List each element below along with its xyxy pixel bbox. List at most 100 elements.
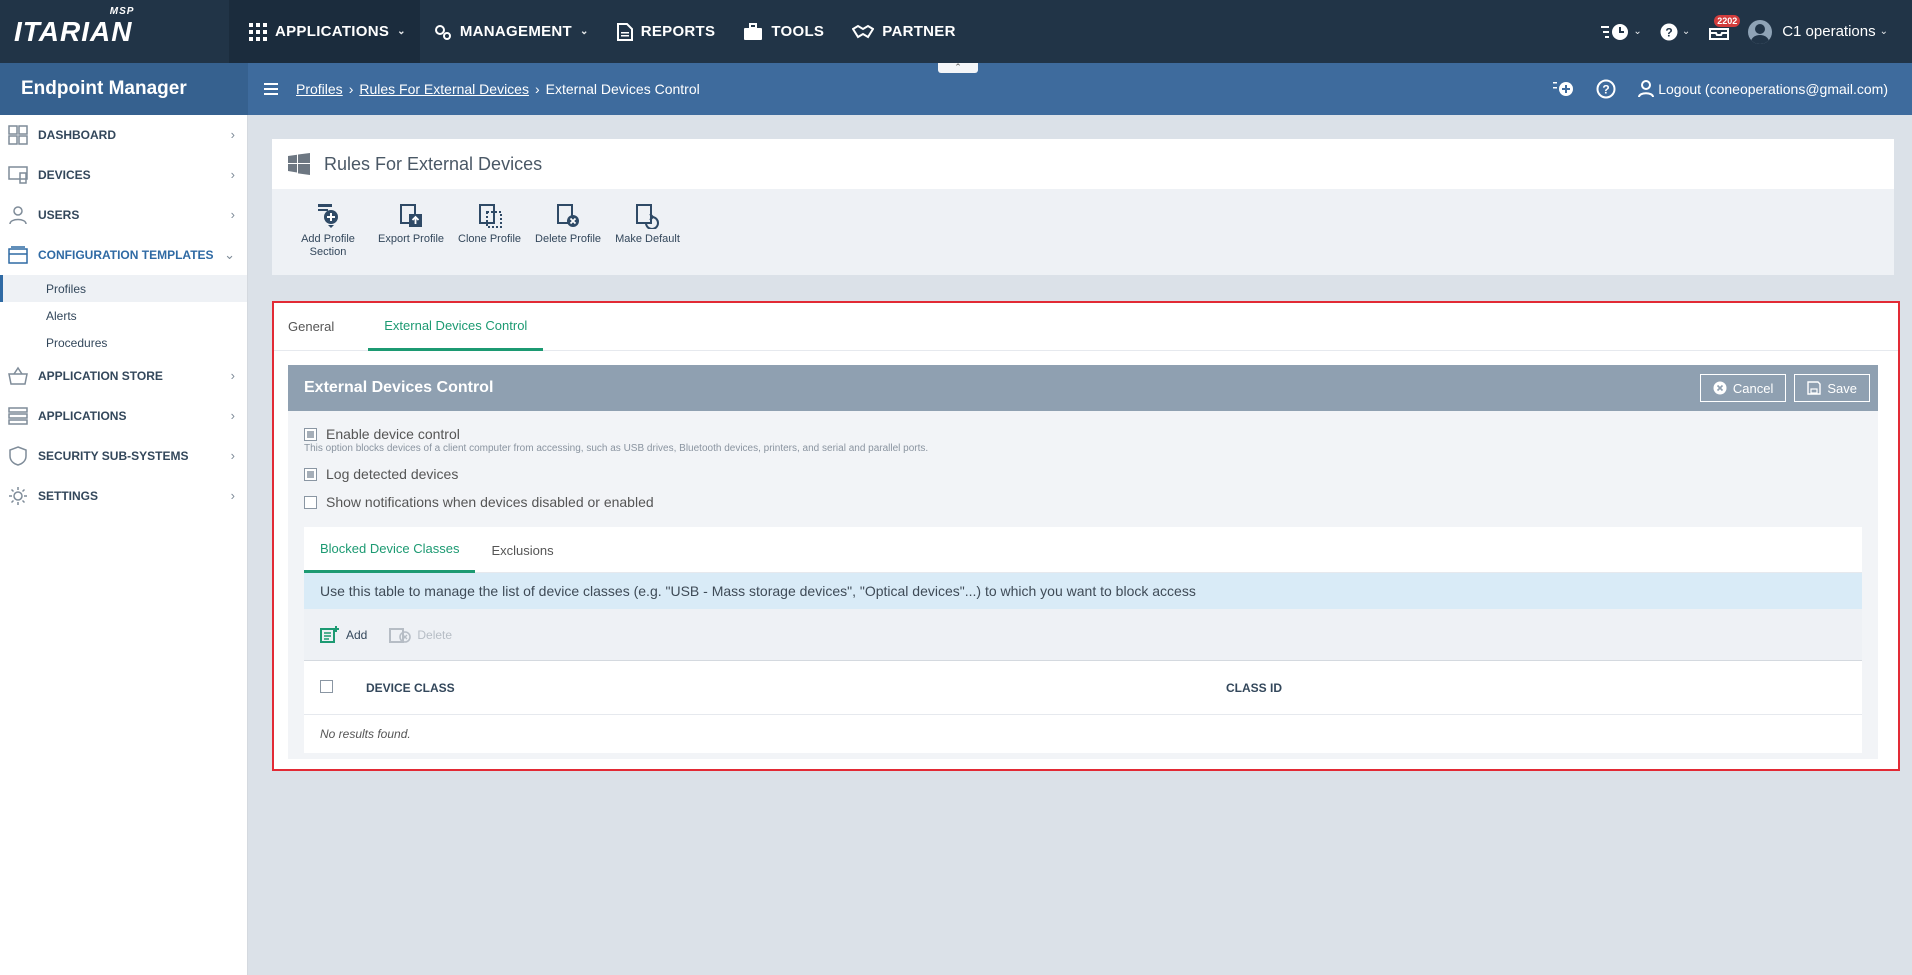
make-default-icon [636, 204, 660, 229]
logout-button[interactable]: Logout (coneoperations@gmail.com) [1638, 80, 1888, 98]
logo-text: ITARIAN MSP [14, 5, 135, 47]
cancel-button[interactable]: Cancel [1699, 374, 1787, 402]
sidebar: DASHBOARD › DEVICES › USERS › CONFIGURATION… [0, 115, 248, 975]
sidebar-subitem-alerts[interactable]: Alerts [0, 302, 247, 329]
logo[interactable]: ITARIAN MSP [0, 0, 229, 63]
svg-text:?: ? [1603, 83, 1610, 97]
nav-tools[interactable]: TOOLS [729, 0, 838, 63]
help-menu[interactable]: ? ⌄ [1660, 23, 1690, 41]
sidebar-item-dashboard[interactable]: DASHBOARD › [0, 115, 247, 155]
empty-state: No results found. [320, 727, 411, 741]
tab-blocked-device-classes[interactable]: Blocked Device Classes [304, 527, 476, 573]
collapse-header-toggle[interactable]: ⌃ [938, 63, 978, 73]
make-default-button[interactable]: Make Default [615, 203, 680, 246]
external-devices-section: External Devices Control Cancel Save Ena… [288, 365, 1878, 759]
delete-button[interactable]: Delete [389, 626, 452, 644]
sidebar-item-application-store[interactable]: APPLICATION STORE › [0, 356, 247, 396]
sidebar-item-applications[interactable]: APPLICATIONS › [0, 396, 247, 436]
add-profile-section-button[interactable]: Add Profile Section [292, 203, 364, 259]
section-title: External Devices Control [304, 379, 494, 396]
sub-bar-actions: ? Logout (coneoperations@gmail.com) [1552, 79, 1912, 99]
device-classes-container: Blocked Device Classes Exclusions Use th… [304, 527, 1862, 753]
applications-icon [8, 407, 28, 425]
chevron-right-icon: › [230, 207, 235, 222]
tab-exclusions[interactable]: Exclusions [475, 527, 569, 573]
section-header: External Devices Control Cancel Save [288, 365, 1878, 411]
option-description: This option blocks devices of a client c… [304, 443, 929, 454]
chevron-down-icon: ⌄ [224, 247, 235, 262]
chevron-down-icon: ⌄ [580, 26, 589, 37]
sidebar-item-devices[interactable]: DEVICES › [0, 155, 247, 195]
column-device-class[interactable]: DEVICE CLASS [366, 681, 1226, 695]
question-icon: ? [1660, 23, 1678, 40]
option-show-notifications[interactable]: Show notifications when devices disabled… [288, 491, 1878, 513]
page-header: Rules For External Devices [272, 139, 1894, 189]
sidebar-item-users[interactable]: USERS › [0, 195, 247, 235]
notifications-button[interactable]: 2202 [1708, 14, 1741, 41]
breadcrumb-separator-icon: › [348, 81, 354, 97]
clone-profile-button[interactable]: Clone Profile [458, 203, 521, 246]
enable-device-control-checkbox[interactable] [304, 427, 317, 441]
log-detected-devices-checkbox[interactable] [304, 467, 317, 481]
shield-icon [9, 446, 27, 466]
user-menu[interactable]: C1 operations ⌄ [1748, 19, 1888, 44]
clone-icon [478, 204, 502, 228]
sidebar-item-settings[interactable]: SETTINGS › [0, 476, 247, 516]
windows-icon [288, 153, 310, 175]
column-class-id[interactable]: CLASS ID [1226, 681, 1282, 695]
tab-general[interactable]: General [288, 303, 348, 350]
notification-badge: 2202 [1714, 14, 1741, 27]
basket-icon [8, 366, 28, 385]
chevron-down-icon: ⌄ [1879, 26, 1888, 37]
nav-partner[interactable]: PARTNER [838, 0, 970, 63]
nav-management[interactable]: MANAGEMENT ⌄ [420, 0, 603, 63]
breadcrumb-separator-icon: › [534, 81, 540, 97]
sidebar-item-configuration-templates[interactable]: CONFIGURATION TEMPLATES ⌄ [0, 235, 247, 275]
dashboard-icon [8, 125, 28, 145]
floppy-disk-icon [1807, 381, 1822, 395]
avatar [1748, 19, 1773, 44]
select-all-checkbox[interactable] [320, 679, 333, 693]
chevron-right-icon: › [230, 127, 235, 142]
nav-applications[interactable]: APPLICATIONS ⌄ [229, 0, 420, 63]
delete-document-icon [557, 204, 580, 227]
delete-list-icon [389, 627, 412, 643]
document-icon [616, 22, 633, 41]
add-button[interactable]: Add [320, 625, 367, 644]
layers-icon [8, 246, 28, 264]
sidebar-subitem-procedures[interactable]: Procedures [0, 329, 247, 356]
add-list-icon [320, 625, 339, 643]
chevron-right-icon: › [230, 408, 235, 423]
save-button[interactable]: Save [1794, 374, 1870, 402]
table-actions: Add Delete [304, 609, 1862, 661]
help-circle-icon[interactable]: ? [1596, 79, 1616, 99]
external-devices-panel: General External Devices Control Externa… [272, 301, 1900, 771]
breadcrumb-profiles[interactable]: Profiles [296, 81, 343, 97]
close-circle-icon [1713, 381, 1727, 395]
grid-icon [249, 22, 267, 41]
sidebar-subitem-profiles[interactable]: Profiles [0, 275, 247, 302]
device-tabs: Blocked Device Classes Exclusions [304, 527, 1862, 573]
tab-external-devices-control[interactable]: External Devices Control [368, 303, 544, 351]
top-right-controls: ⌄ ? ⌄ 2202 C1 operations ⌄ [1601, 14, 1912, 44]
delete-profile-button[interactable]: Delete Profile [535, 203, 601, 246]
gears-icon [434, 24, 451, 40]
user-icon [1638, 80, 1655, 98]
hamburger-icon[interactable] [264, 83, 278, 95]
option-log-detected-devices[interactable]: Log detected devices [288, 463, 1878, 485]
top-nav: APPLICATIONS ⌄ MANAGEMENT ⌄ REPORTS TOOLS … [229, 0, 970, 63]
breadcrumb-rules[interactable]: Rules For External Devices [359, 81, 529, 97]
user-icon [9, 206, 27, 225]
gear-icon [9, 487, 27, 505]
sidebar-item-security-sub-systems[interactable]: SECURITY SUB-SYSTEMS › [0, 436, 247, 476]
nav-reports[interactable]: REPORTS [603, 0, 730, 63]
export-profile-button[interactable]: Export Profile [378, 203, 444, 246]
chevron-down-icon: ⌄ [1681, 26, 1691, 37]
option-enable-device-control[interactable]: Enable device control [288, 423, 1878, 445]
app-title: Endpoint Manager [0, 63, 248, 115]
show-notifications-checkbox[interactable] [304, 495, 317, 509]
recent-history-menu[interactable]: ⌄ [1601, 23, 1642, 41]
chevron-right-icon: › [230, 448, 235, 463]
chevron-right-icon: › [230, 167, 235, 182]
add-device-icon[interactable] [1552, 79, 1574, 99]
